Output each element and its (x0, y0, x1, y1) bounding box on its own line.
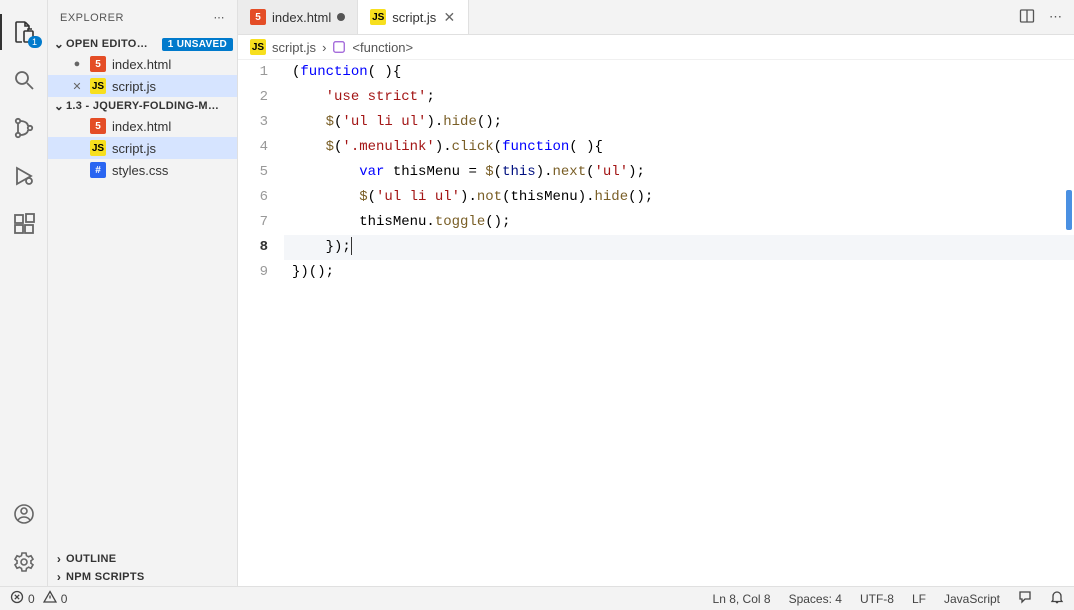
sidebar-header: EXPLORER ⋯ (48, 0, 237, 35)
feedback-icon[interactable] (1018, 590, 1032, 607)
folder-header[interactable]: ⌄ 1.3 - JQUERY-FOLDING-M… (48, 97, 237, 115)
activity-extensions[interactable] (0, 200, 48, 248)
symbol-function-icon (332, 40, 346, 54)
status-position[interactable]: Ln 8, Col 8 (713, 592, 771, 606)
file-item[interactable]: 5 index.html (48, 115, 237, 137)
activity-run[interactable] (0, 152, 48, 200)
activity-source-control[interactable] (0, 104, 48, 152)
chevron-down-icon: ⌄ (52, 99, 66, 113)
status-encoding[interactable]: UTF-8 (860, 592, 894, 606)
breadcrumb[interactable]: JS script.js › <function> (238, 35, 1074, 60)
explorer-sidebar: EXPLORER ⋯ ⌄ OPEN EDITO… 1 UNSAVED ● 5 i… (48, 0, 238, 586)
npm-scripts-header[interactable]: › NPM SCRIPTS (48, 568, 237, 586)
js-icon: JS (90, 140, 106, 156)
code-editor[interactable]: 123456789 (function( ){ 'use strict'; $(… (238, 60, 1074, 586)
editor-tab[interactable]: 5 index.html (238, 0, 358, 34)
breadcrumb-file[interactable]: script.js (272, 40, 316, 55)
tab-label: script.js (392, 10, 436, 25)
unsaved-badge: 1 UNSAVED (162, 38, 233, 51)
editor-area: 5 index.html JS script.js ✕ ⋯ JS script.js… (238, 0, 1074, 586)
status-language[interactable]: JavaScript (944, 592, 1000, 606)
file-label: index.html (112, 57, 171, 72)
file-label: script.js (112, 141, 156, 156)
dirty-indicator-icon[interactable]: ● (70, 58, 84, 70)
chevron-right-icon: › (52, 552, 66, 566)
editor-tab[interactable]: JS script.js ✕ (358, 0, 469, 34)
more-actions-icon[interactable]: ⋯ (1049, 9, 1062, 25)
notifications-icon[interactable] (1050, 590, 1064, 607)
status-warnings[interactable]: 0 (61, 592, 68, 606)
chevron-down-icon: ⌄ (52, 37, 66, 51)
status-spaces[interactable]: Spaces: 4 (789, 592, 842, 606)
status-eol[interactable]: LF (912, 592, 926, 606)
explorer-badge: 1 (28, 36, 42, 48)
file-label: styles.css (112, 163, 168, 178)
minimap-viewport[interactable] (1066, 190, 1072, 230)
file-label: index.html (112, 119, 171, 134)
sidebar-more-icon[interactable]: ⋯ (214, 11, 226, 24)
chevron-right-icon: › (322, 40, 326, 55)
activity-explorer[interactable]: 1 (0, 8, 48, 56)
html-icon: 5 (250, 9, 266, 25)
js-icon: JS (370, 9, 386, 25)
split-editor-icon[interactable] (1019, 8, 1035, 27)
chevron-right-icon: › (52, 570, 66, 584)
dirty-indicator-icon (337, 13, 345, 21)
outline-header[interactable]: › OUTLINE (48, 550, 237, 568)
activity-account[interactable] (0, 490, 48, 538)
tab-bar: 5 index.html JS script.js ✕ ⋯ (238, 0, 1074, 35)
breadcrumb-symbol[interactable]: <function> (352, 40, 413, 55)
activity-bar: 1 (0, 0, 48, 586)
open-editors-header[interactable]: ⌄ OPEN EDITO… 1 UNSAVED (48, 35, 237, 53)
activity-settings[interactable] (0, 538, 48, 586)
sidebar-title: EXPLORER (60, 12, 214, 24)
file-item[interactable]: JS script.js (48, 137, 237, 159)
js-icon: JS (90, 78, 106, 94)
open-editor-item[interactable]: ✕ JS script.js (48, 75, 237, 97)
tab-label: index.html (272, 10, 331, 25)
html-icon: 5 (90, 56, 106, 72)
status-errors[interactable]: 0 (28, 592, 35, 606)
file-item[interactable]: # styles.css (48, 159, 237, 181)
js-icon: JS (250, 39, 266, 55)
activity-search[interactable] (0, 56, 48, 104)
status-bar: 0 0 Ln 8, Col 8 Spaces: 4 UTF-8 LF JavaS… (0, 586, 1074, 610)
errors-icon[interactable] (10, 590, 24, 607)
css-icon: # (90, 162, 106, 178)
html-icon: 5 (90, 118, 106, 134)
warnings-icon[interactable] (43, 590, 57, 607)
close-icon[interactable]: ✕ (442, 9, 456, 26)
open-editor-item[interactable]: ● 5 index.html (48, 53, 237, 75)
file-label: script.js (112, 79, 156, 94)
close-icon[interactable]: ✕ (70, 80, 84, 93)
